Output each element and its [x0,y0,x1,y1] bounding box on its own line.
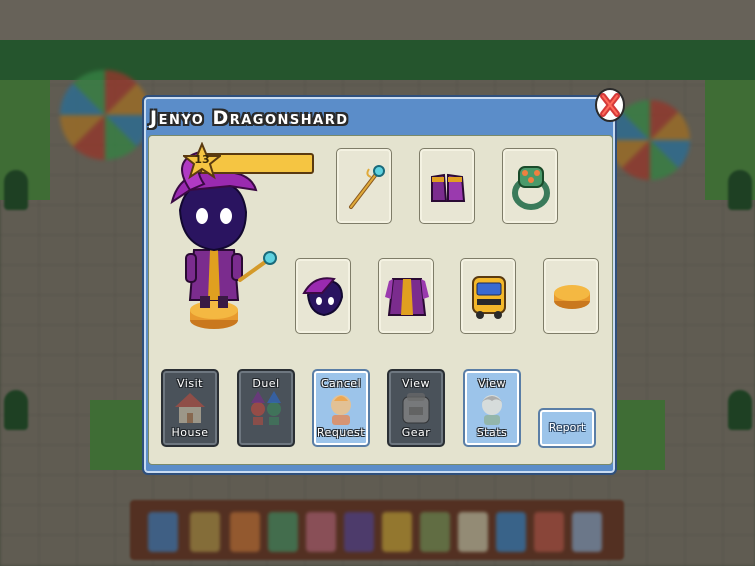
robe-icon [385,278,429,316]
visit-house-button[interactable]: Visit House [161,369,219,447]
view-gear-label-top: View [401,377,431,390]
visit-house-label-bottom: House [171,426,209,439]
house-icon [175,393,205,423]
visit-house-label-top: Visit [177,377,203,390]
view-gear-button[interactable]: View Gear [387,369,445,447]
player-name-title: Jenyo Dragonshard [150,107,349,129]
ring-icon [512,166,550,210]
coin-disc-icon [554,285,590,309]
gear-slot-pet[interactable] [460,258,516,334]
gear-slot-mount[interactable] [543,258,599,334]
close-button[interactable] [594,87,626,123]
duel-button[interactable]: Duel [237,369,295,447]
school-bus-icon [472,276,506,319]
view-stats-label-bottom: Stats [476,426,508,439]
gear-slot-outfit[interactable] [378,258,434,334]
duel-label: Duel [252,377,280,390]
backpack-icon [402,393,430,424]
cancel-request-label-bottom: Request [316,426,366,439]
player-level: 13 [194,153,210,166]
wand-icon [349,165,385,209]
cancel-request-button[interactable]: Cancel Request [312,369,370,447]
duel-wizards-icon [251,391,281,425]
gear-slot-relic[interactable] [502,148,558,224]
view-gear-label-bottom: Gear [401,426,431,439]
gear-slot-hat[interactable] [295,258,351,334]
report-button[interactable]: Report [538,408,596,448]
cancel-request-label-top: Cancel [320,377,362,390]
gear-slot-weapon[interactable] [336,148,392,224]
close-x-icon [595,88,625,122]
friend-request-icon [331,395,351,425]
character-stats-icon [481,395,503,425]
boots-icon [431,173,466,202]
gear-slot-boots[interactable] [419,148,475,224]
wizard-hat-icon [302,277,344,317]
view-stats-label-top: View [477,377,507,390]
view-stats-button[interactable]: View Stats [463,369,521,447]
